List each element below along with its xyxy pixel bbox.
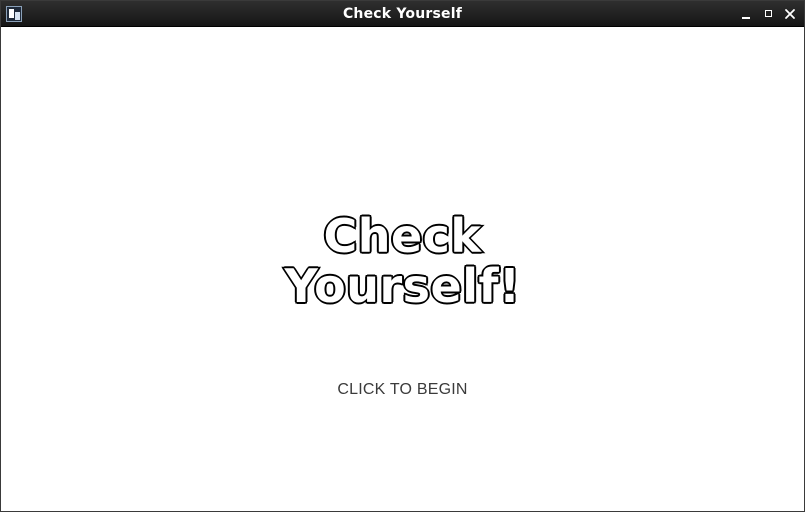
splash-screen[interactable]: Check Yourself! CLICK TO BEGIN	[1, 27, 804, 511]
game-logo: Check Yourself!	[1, 209, 804, 313]
close-button[interactable]	[783, 7, 797, 21]
maximize-button[interactable]	[762, 7, 776, 21]
app-window: Check Yourself Check Yourself! CLICK TO …	[0, 0, 805, 512]
close-icon	[785, 9, 795, 19]
minimize-icon	[742, 17, 750, 19]
maximize-icon	[765, 10, 772, 17]
minimize-button[interactable]	[739, 7, 753, 21]
logo-line-2: Yourself!	[283, 259, 521, 313]
logo-line-1: Check	[322, 209, 483, 263]
window-title: Check Yourself	[342, 6, 463, 22]
click-to-begin-button[interactable]: CLICK TO BEGIN	[1, 381, 804, 399]
title-bar[interactable]: Check Yourself	[1, 1, 804, 27]
